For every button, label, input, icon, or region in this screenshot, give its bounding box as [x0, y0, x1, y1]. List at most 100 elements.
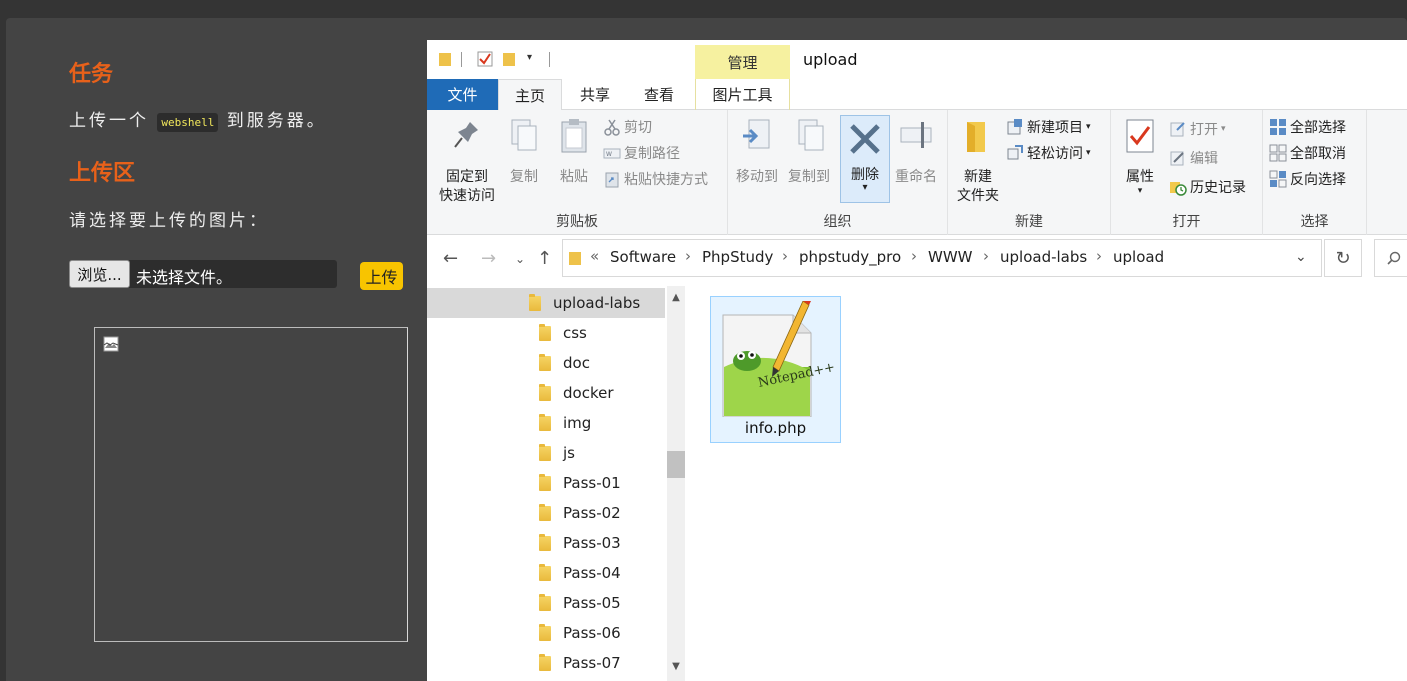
ribbon: 固定到 快速访问 复制 粘贴 剪切 W 复制路径 粘贴快捷方式 剪贴板 移动到 …	[427, 110, 1407, 235]
breadcrumb-www[interactable]: WWW	[928, 248, 973, 266]
edit-button[interactable]: 编辑	[1169, 147, 1218, 169]
tab-home[interactable]: 主页	[498, 79, 562, 111]
paste-button[interactable]: 粘贴	[553, 116, 595, 187]
file-input[interactable]: 浏览... 未选择文件。	[69, 260, 337, 288]
open-dropdown-icon[interactable]: ▾	[1221, 124, 1226, 134]
tab-picture-tools[interactable]: 图片工具	[695, 79, 790, 110]
copy-path-button[interactable]: W 复制路径	[603, 142, 680, 164]
tree-item[interactable]: css	[427, 318, 665, 348]
breadcrumb-software[interactable]: Software	[610, 248, 676, 266]
folder-icon	[539, 533, 551, 551]
tab-manage[interactable]: 管理	[695, 45, 790, 79]
delete-dropdown-icon[interactable]: ▾	[841, 182, 889, 193]
paste-shortcut-button[interactable]: 粘贴快捷方式	[603, 168, 708, 190]
tab-view[interactable]: 查看	[627, 79, 691, 110]
properties-icon	[1126, 119, 1154, 153]
nav-scrollbar[interactable]: ▲ ▼	[667, 286, 685, 681]
title-bar: ▾ 管理 upload	[427, 40, 1407, 79]
copy-to-button[interactable]: 复制到	[784, 116, 834, 187]
search-input[interactable]	[1374, 239, 1407, 277]
paste-icon	[561, 119, 587, 153]
group-label-new: 新建	[1015, 214, 1043, 230]
folder-icon	[539, 473, 551, 491]
new-folder-button[interactable]: 新建 文件夹	[952, 116, 1004, 206]
properties-dropdown-icon[interactable]: ▾	[1119, 187, 1161, 196]
file-explorer-window: ▾ 管理 upload 文件 主页 共享 查看 图片工具 固定到 快速访问 复制…	[427, 40, 1407, 681]
back-arrow-icon[interactable]: ←	[443, 248, 458, 269]
browse-button[interactable]: 浏览...	[69, 260, 130, 288]
easy-access-dropdown-icon[interactable]: ▾	[1086, 148, 1091, 158]
tree-item[interactable]: docker	[427, 378, 665, 408]
tree-item[interactable]: Pass-03	[427, 528, 665, 558]
select-none-icon	[1269, 144, 1287, 162]
customize-toolbar-icon[interactable]: ▾	[527, 52, 532, 63]
new-item-button[interactable]: 新建项目 ▾	[1006, 116, 1091, 138]
tree-item[interactable]: Pass-07	[427, 648, 665, 678]
tree-item[interactable]: doc	[427, 348, 665, 378]
history-button[interactable]: 历史记录	[1169, 176, 1246, 198]
breadcrumb-phpstudy-pro[interactable]: phpstudy_pro	[799, 248, 901, 266]
folder-icon	[539, 443, 551, 461]
scroll-up-icon[interactable]: ▲	[667, 288, 685, 306]
folder-icon	[539, 353, 551, 371]
up-arrow-icon[interactable]: ↑	[537, 248, 552, 269]
invert-selection-button[interactable]: 反向选择	[1269, 168, 1346, 190]
folder-icon	[539, 413, 551, 431]
tree-item[interactable]: img	[427, 408, 665, 438]
rename-button[interactable]: 重命名	[890, 116, 942, 187]
breadcrumb-upload-labs[interactable]: upload-labs	[1000, 248, 1087, 266]
tree-item[interactable]: Pass-04	[427, 558, 665, 588]
select-none-button[interactable]: 全部取消	[1269, 142, 1346, 164]
file-item[interactable]: Notepad++ info.php	[710, 296, 841, 443]
file-status: 未选择文件。	[136, 268, 233, 287]
breadcrumb-overflow[interactable]: «	[590, 247, 599, 265]
new-item-icon	[1007, 119, 1022, 135]
pin-quick-access-button[interactable]: 固定到 快速访问	[435, 116, 499, 206]
breadcrumb-phpstudy[interactable]: PhpStudy	[702, 248, 773, 266]
address-box[interactable]: « Software › PhpStudy › phpstudy_pro › W…	[562, 239, 1322, 277]
breadcrumb-upload[interactable]: upload	[1113, 248, 1164, 266]
group-label-open: 打开	[1172, 214, 1201, 230]
task-heading: 任务	[69, 62, 114, 87]
address-dropdown-chevron-icon[interactable]: ⌄	[1295, 249, 1307, 265]
invert-selection-icon	[1269, 170, 1287, 188]
tree-item[interactable]: Pass-05	[427, 588, 665, 618]
folder-icon	[539, 563, 551, 581]
open-button[interactable]: 打开 ▾	[1169, 118, 1226, 140]
tree-item[interactable]: Pass-06	[427, 618, 665, 648]
tree-item[interactable]: Pass-02	[427, 498, 665, 528]
recent-locations-chevron-icon[interactable]: ⌄	[515, 252, 525, 266]
breadcrumb-separator: ›	[685, 247, 691, 265]
group-label-clipboard: 剪贴板	[556, 214, 598, 230]
select-all-button[interactable]: 全部选择	[1269, 116, 1346, 138]
scroll-down-icon[interactable]: ▼	[667, 657, 685, 675]
properties-check-icon[interactable]	[477, 51, 493, 67]
breadcrumb-separator: ›	[983, 247, 989, 265]
task-text-after: 到服务器。	[226, 111, 327, 131]
tab-share[interactable]: 共享	[563, 79, 627, 110]
cut-button[interactable]: 剪切	[603, 116, 652, 138]
properties-button[interactable]: 属性 ▾	[1119, 116, 1161, 196]
delete-button[interactable]: 删除 ▾	[840, 115, 890, 203]
scroll-thumb[interactable]	[667, 451, 685, 478]
folder-icon	[539, 623, 551, 641]
forward-arrow-icon[interactable]: →	[481, 248, 496, 269]
move-to-button[interactable]: 移动到	[732, 116, 782, 187]
tree-item-upload-labs[interactable]: upload-labs	[427, 288, 665, 318]
easy-access-button[interactable]: 轻松访问 ▾	[1006, 142, 1091, 164]
paste-shortcut-icon	[605, 172, 619, 188]
folder-icon	[539, 503, 551, 521]
folder-icon	[539, 323, 551, 341]
copy-icon	[511, 119, 537, 151]
copy-button[interactable]: 复制	[503, 116, 545, 187]
refresh-button[interactable]: ↻	[1324, 239, 1362, 277]
folder-icon	[539, 653, 551, 671]
upload-button[interactable]: 上传	[360, 262, 403, 290]
copy-to-icon	[798, 119, 824, 151]
tree-item[interactable]: js	[427, 438, 665, 468]
new-folder-icon[interactable]	[503, 51, 515, 67]
tree-item[interactable]: Pass-01	[427, 468, 665, 498]
new-item-dropdown-icon[interactable]: ▾	[1086, 122, 1091, 132]
group-open: 属性 ▾ 打开 ▾ 编辑 历史记录 打开	[1111, 110, 1263, 235]
tab-file[interactable]: 文件	[427, 79, 498, 110]
